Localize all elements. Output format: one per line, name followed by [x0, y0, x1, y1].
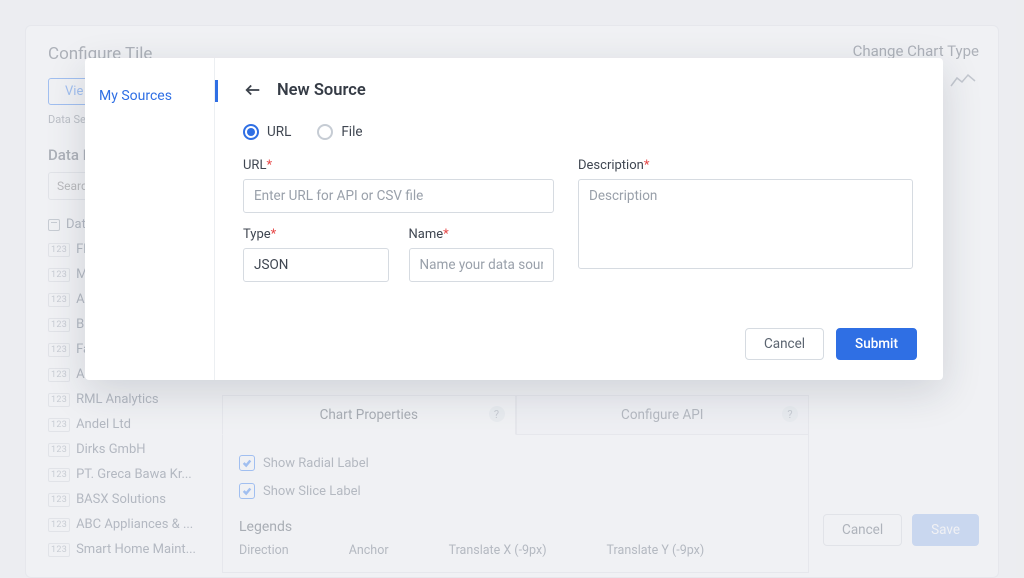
modal-sidebar: My Sources	[85, 58, 215, 380]
url-input[interactable]	[243, 179, 554, 213]
name-label: Name*	[409, 227, 555, 242]
modal-title: New Source	[277, 81, 366, 100]
back-arrow-icon[interactable]	[243, 80, 263, 100]
sidebar-item-my-sources[interactable]: My Sources	[99, 84, 200, 108]
type-input[interactable]	[243, 248, 389, 282]
new-source-modal: My Sources New Source URL File	[85, 58, 943, 380]
description-input[interactable]	[578, 179, 913, 269]
radio-url[interactable]: URL	[243, 124, 291, 140]
modal-submit-button[interactable]: Submit	[836, 328, 917, 360]
description-label: Description*	[578, 158, 913, 173]
radio-icon	[317, 124, 333, 140]
radio-file[interactable]: File	[317, 124, 362, 140]
name-input[interactable]	[409, 248, 555, 282]
url-label: URL*	[243, 158, 554, 173]
accent-bar	[215, 80, 218, 102]
modal-cancel-button[interactable]: Cancel	[745, 328, 824, 360]
radio-icon	[243, 124, 259, 140]
type-label: Type*	[243, 227, 389, 242]
